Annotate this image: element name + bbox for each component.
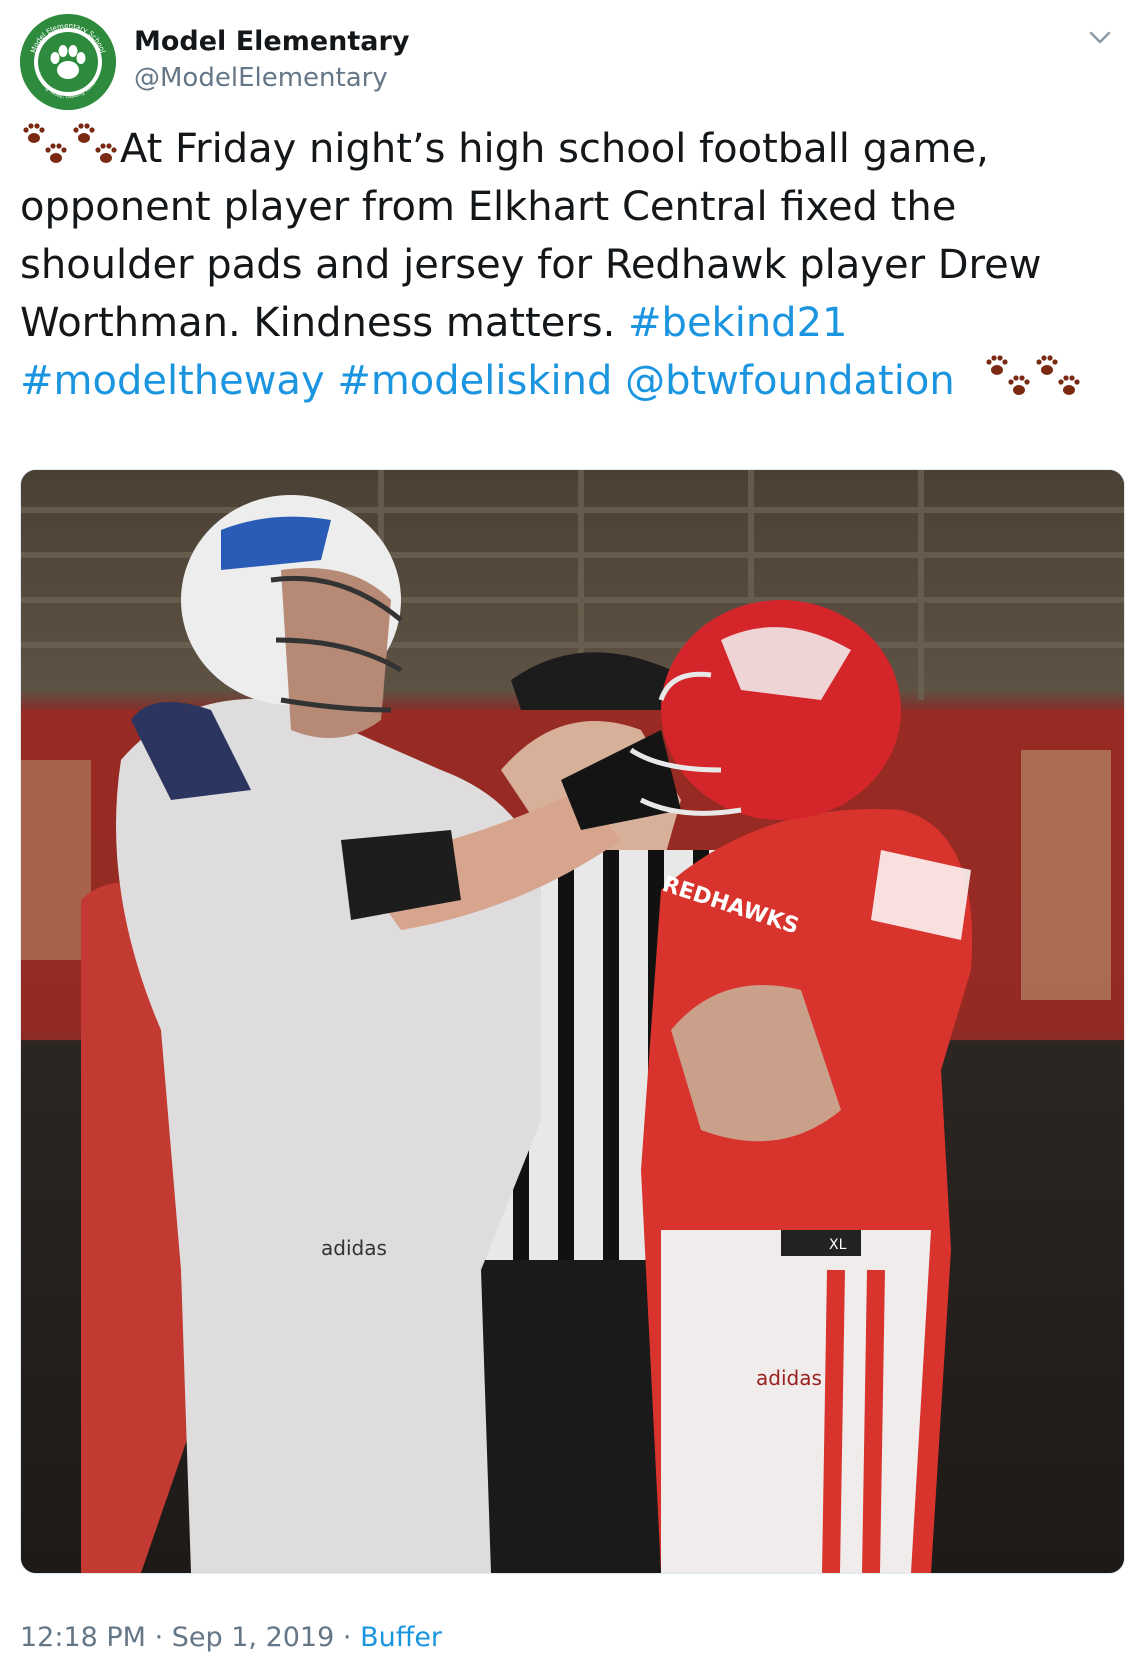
tweet-time[interactable]: 12:18 PM [20, 1622, 146, 1653]
tweet-source-link[interactable]: Buffer [360, 1622, 442, 1653]
adidas-logo-right: adidas [756, 1366, 822, 1390]
tweet-meta: 12:18 PM · Sep 1, 2019 · Buffer [20, 1620, 442, 1656]
tweet-header: Model Elementary School Learning Today, … [20, 14, 1125, 110]
school-logo-icon: Model Elementary School Learning Today, … [20, 14, 116, 110]
paw-prints-icon [70, 120, 120, 168]
paw-prints-icon [983, 352, 1033, 400]
tweet-body: At Friday night’s high school football g… [20, 126, 1042, 346]
hashtag-link[interactable]: #modeliskind [337, 358, 612, 404]
mention-link[interactable]: @btwfoundation [625, 358, 955, 404]
meta-separator: · [154, 1622, 164, 1653]
paw-prints-icon [1033, 352, 1083, 400]
tweet-text: At Friday night’s high school football g… [20, 120, 1125, 410]
handle[interactable]: @ModelElementary [134, 60, 409, 96]
tweet-photo[interactable]: REDHAWKS adidas adidas XL [20, 469, 1125, 1574]
paw-prints-icon [20, 120, 70, 168]
hashtag-link[interactable]: #modeltheway [20, 358, 325, 404]
author-names: Model Elementary @ModelElementary [134, 24, 409, 96]
avatar[interactable]: Model Elementary School Learning Today, … [20, 14, 116, 110]
tweet-date[interactable]: Sep 1, 2019 [172, 1622, 335, 1653]
display-name[interactable]: Model Elementary [134, 24, 409, 60]
football-players-photo: REDHAWKS adidas adidas XL [21, 470, 1124, 1573]
chevron-down-icon[interactable] [1085, 22, 1115, 52]
adidas-logo-left: adidas [321, 1236, 387, 1260]
hashtag-link[interactable]: #bekind21 [628, 300, 847, 346]
meta-separator: · [342, 1622, 352, 1653]
size-tag: XL [829, 1237, 847, 1253]
